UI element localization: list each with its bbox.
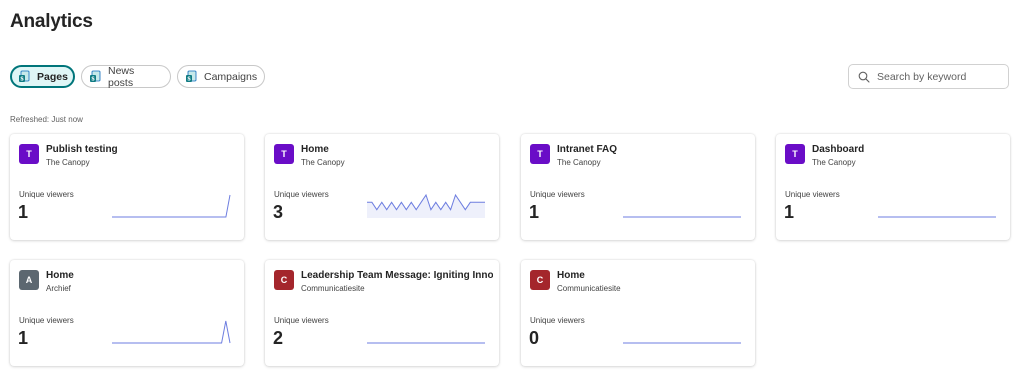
campaign-icon: S xyxy=(185,70,198,83)
card-title: Publish testing xyxy=(46,144,118,155)
unique-viewers-label: Unique viewers xyxy=(19,190,74,199)
unique-viewers-label: Unique viewers xyxy=(274,190,329,199)
page-card[interactable]: C Home Communicatiesite Unique viewers 0 xyxy=(521,260,755,366)
search-box xyxy=(848,64,1009,89)
unique-viewers-count: 0 xyxy=(529,328,540,348)
sparkline-line xyxy=(112,194,231,218)
unique-viewers-label: Unique viewers xyxy=(274,316,329,325)
search-input[interactable] xyxy=(877,70,1002,83)
page-card[interactable]: T Dashboard The Canopy Unique viewers 1 xyxy=(776,134,1010,240)
card-title: Intranet FAQ xyxy=(557,144,618,155)
tab-bar: S Pages S News posts S Campaigns xyxy=(10,64,265,89)
viewers-sparkline xyxy=(367,193,485,218)
svg-text:S: S xyxy=(91,77,95,83)
card-title: Dashboard xyxy=(812,144,865,155)
search-icon xyxy=(858,71,870,83)
card-site-name: The Canopy xyxy=(301,158,345,167)
card-title: Home xyxy=(301,144,329,155)
page-card[interactable]: T Home The Canopy Unique viewers 3 xyxy=(265,134,499,240)
unique-viewers-count: 3 xyxy=(273,202,284,222)
tab-campaigns[interactable]: S Campaigns xyxy=(177,65,265,88)
site-avatar: T xyxy=(19,144,39,164)
tab-pages[interactable]: S Pages xyxy=(10,65,75,88)
card-site-name: The Canopy xyxy=(557,158,601,167)
card-site-name: Archief xyxy=(46,284,71,293)
card-title: Home xyxy=(46,270,74,281)
card-site-name: Communicatiesite xyxy=(301,284,365,293)
tab-label: Pages xyxy=(37,70,68,83)
refresh-status: Refreshed: Just now xyxy=(10,115,83,124)
unique-viewers-count: 1 xyxy=(18,328,29,348)
viewers-sparkline xyxy=(623,216,741,218)
card-title: Leadership Team Message: Igniting Inno..… xyxy=(301,270,493,281)
tab-label: News posts xyxy=(108,64,135,89)
unique-viewers-count: 2 xyxy=(273,328,284,348)
sparkline-line xyxy=(112,320,231,344)
viewers-sparkline xyxy=(112,194,231,218)
unique-viewers-label: Unique viewers xyxy=(530,190,585,199)
tab-news-posts[interactable]: S News posts xyxy=(81,64,171,89)
site-avatar: C xyxy=(530,270,550,290)
page-card[interactable]: T Intranet FAQ The Canopy Unique viewers 1 xyxy=(521,134,755,240)
site-avatar: T xyxy=(785,144,805,164)
page-icon: S xyxy=(18,70,31,83)
viewers-sparkline xyxy=(112,320,231,344)
page-title: Analytics xyxy=(10,11,93,32)
page-card[interactable]: A Home Archief Unique viewers 1 xyxy=(10,260,244,366)
viewers-sparkline xyxy=(623,342,741,344)
unique-viewers-count: 1 xyxy=(18,202,29,222)
card-site-name: Communicatiesite xyxy=(557,284,621,293)
page-card[interactable]: C Leadership Team Message: Igniting Inno.… xyxy=(265,260,499,366)
unique-viewers-count: 1 xyxy=(784,202,795,222)
page-card[interactable]: T Publish testing The Canopy Unique viewers… xyxy=(10,134,244,240)
tab-label: Campaigns xyxy=(204,70,258,83)
news-icon: S xyxy=(89,70,102,83)
svg-text:S: S xyxy=(187,77,191,83)
card-title: Home xyxy=(557,270,585,281)
unique-viewers-label: Unique viewers xyxy=(530,316,585,325)
viewers-sparkline xyxy=(878,216,996,218)
unique-viewers-count: 1 xyxy=(529,202,540,222)
site-avatar: C xyxy=(274,270,294,290)
card-site-name: The Canopy xyxy=(812,158,856,167)
site-avatar: T xyxy=(530,144,550,164)
site-avatar: A xyxy=(19,270,39,290)
svg-text:S: S xyxy=(20,77,24,83)
card-site-name: The Canopy xyxy=(46,158,90,167)
site-avatar: T xyxy=(274,144,294,164)
viewers-sparkline xyxy=(367,342,485,344)
unique-viewers-label: Unique viewers xyxy=(19,316,74,325)
unique-viewers-label: Unique viewers xyxy=(785,190,840,199)
